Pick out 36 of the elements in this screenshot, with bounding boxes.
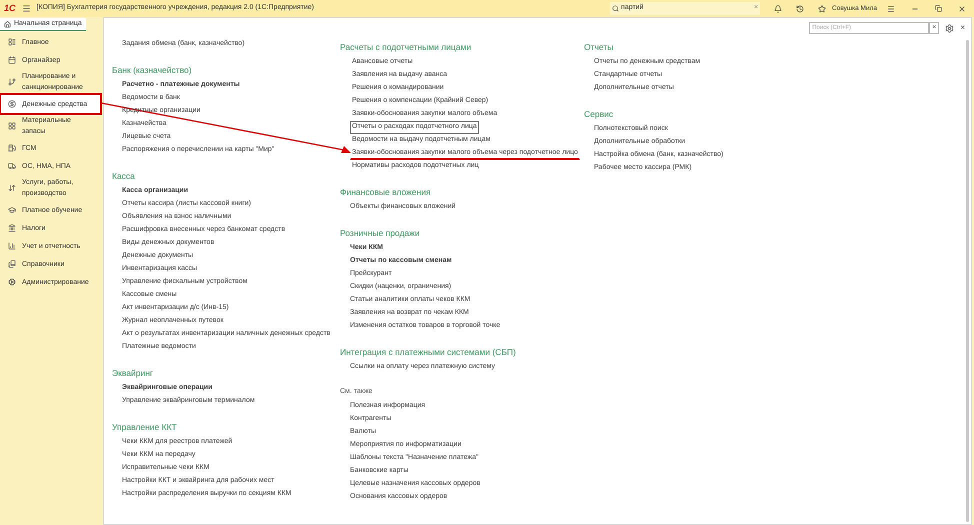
- section-heading: Сервис: [584, 108, 614, 121]
- section-heading: Отчеты: [584, 40, 614, 54]
- books-icon: [8, 260, 16, 268]
- section-heading: Розничные продажи: [340, 226, 421, 240]
- history-icon[interactable]: [796, 4, 804, 12]
- close-icon[interactable]: [958, 4, 966, 12]
- section-heading: Интеграция с платежными системами (СБП): [340, 346, 517, 359]
- settings-icon[interactable]: [945, 24, 954, 32]
- search-icon: [612, 5, 620, 12]
- section-heading: Банк (казначейство): [112, 64, 193, 77]
- calendar-icon: [8, 56, 16, 64]
- section-heading: Расчеты с подотчетными лицами: [340, 40, 472, 54]
- settings-icon: [8, 278, 16, 286]
- menu-icon[interactable]: [887, 4, 895, 12]
- star-icon[interactable]: [818, 4, 826, 12]
- close-button[interactable]: ×: [960, 22, 965, 34]
- restore-icon[interactable]: [935, 5, 942, 12]
- menu-icon[interactable]: [22, 4, 31, 13]
- truck-icon: [8, 162, 16, 170]
- scrollbar[interactable]: [966, 40, 969, 522]
- emblem-icon: [8, 224, 16, 232]
- arrows-icon: [8, 184, 16, 192]
- branch-icon: [8, 78, 16, 86]
- section-heading: Эквайринг: [112, 366, 154, 380]
- section-heading: Касса: [112, 170, 136, 183]
- grid-icon: [8, 122, 16, 130]
- list-icon: [8, 38, 16, 46]
- chart-icon: [8, 242, 16, 250]
- home-icon: [4, 20, 11, 28]
- coin-icon: [8, 100, 16, 108]
- section-heading: Управление ККТ: [112, 420, 178, 434]
- fuel-icon: [8, 144, 16, 152]
- graduation-cap-icon: [8, 206, 16, 214]
- section-heading: Финансовые вложения: [340, 186, 432, 199]
- logo: 1С: [4, 2, 16, 15]
- bell-icon[interactable]: [774, 4, 782, 12]
